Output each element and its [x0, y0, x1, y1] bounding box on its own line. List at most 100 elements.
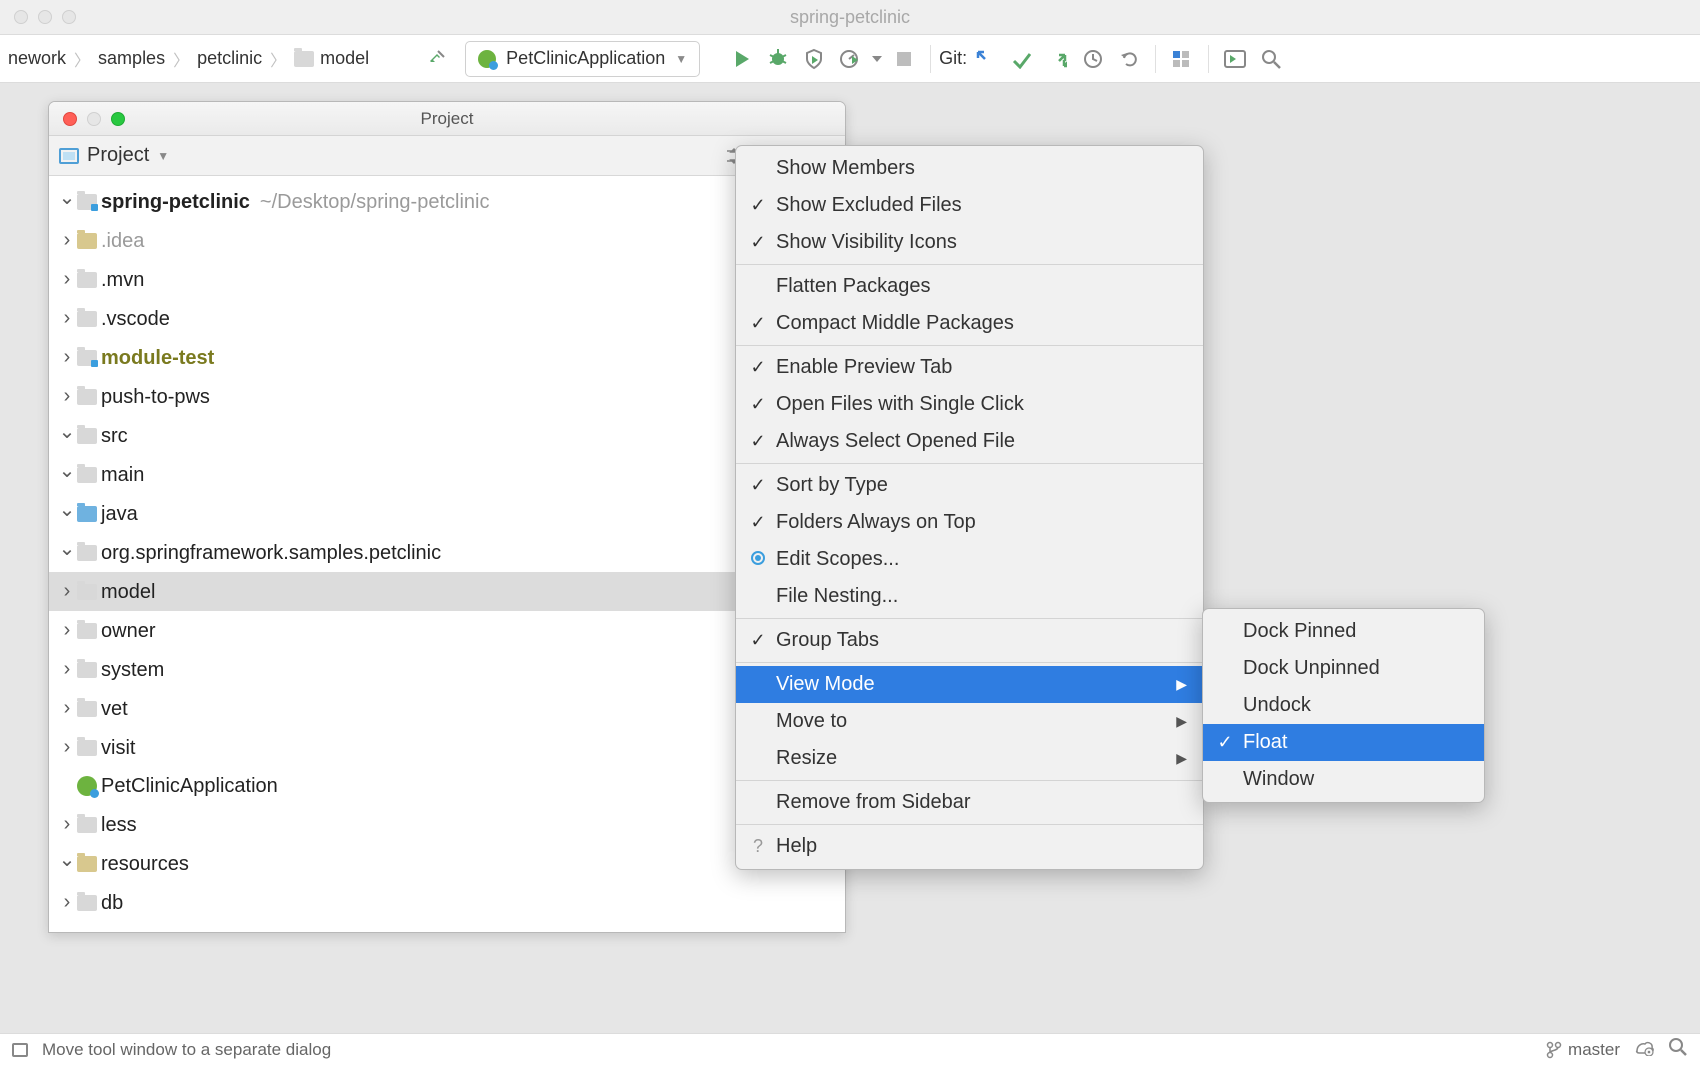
menu-item[interactable]: ✓Compact Middle Packages	[736, 305, 1203, 342]
menu-item-label: Resize	[776, 747, 1142, 770]
tree-row[interactable]: src	[49, 416, 845, 455]
tree-row[interactable]: visit	[49, 728, 845, 767]
menu-item[interactable]: Flatten Packages	[736, 268, 1203, 305]
tree-row[interactable]: vet	[49, 689, 845, 728]
menu-item[interactable]: Dock Unpinned	[1203, 650, 1484, 687]
tree-row[interactable]: db	[49, 883, 845, 922]
menu-item-label: Enable Preview Tab	[776, 356, 1187, 379]
tree-row[interactable]: module-test	[49, 338, 845, 377]
tree-arrow-icon[interactable]	[57, 221, 77, 260]
menu-item-label: Flatten Packages	[776, 275, 1187, 298]
tree-arrow-icon[interactable]	[57, 728, 77, 767]
run-more-button[interactable]	[868, 41, 886, 77]
project-view-selector[interactable]: Project ▼	[59, 144, 169, 167]
menu-item[interactable]: Edit Scopes...	[736, 541, 1203, 578]
run-config-selector[interactable]: PetClinicApplication ▼	[465, 41, 700, 77]
project-structure-button[interactable]	[1164, 41, 1200, 77]
menu-item[interactable]: ✓Folders Always on Top	[736, 504, 1203, 541]
run-coverage-button[interactable]	[796, 41, 832, 77]
breadcrumb-item[interactable]: model	[294, 48, 369, 69]
menu-item[interactable]: ✓Enable Preview Tab	[736, 349, 1203, 386]
menu-item[interactable]: File Nesting...	[736, 578, 1203, 615]
chevron-down-icon: ▼	[157, 149, 169, 163]
tree-node-icon	[77, 545, 101, 561]
tree-row[interactable]: .idea	[49, 221, 845, 260]
tree-arrow-icon[interactable]	[57, 377, 77, 416]
tree-arrow-icon[interactable]	[57, 611, 77, 650]
stop-button[interactable]	[886, 41, 922, 77]
tree-node-icon	[77, 623, 101, 639]
menu-item[interactable]: View Mode▶	[736, 666, 1203, 703]
menu-item[interactable]: ✓Open Files with Single Click	[736, 386, 1203, 423]
menu-item[interactable]: ✓Show Visibility Icons	[736, 224, 1203, 261]
inspection-lens-icon[interactable]	[1668, 1037, 1688, 1062]
menu-item[interactable]: Undock	[1203, 687, 1484, 724]
git-push-button[interactable]	[1039, 41, 1075, 77]
git-history-button[interactable]	[1075, 41, 1111, 77]
tree-arrow-icon[interactable]	[57, 338, 77, 377]
menu-item[interactable]: Dock Pinned	[1203, 613, 1484, 650]
menu-item-check: ✓	[744, 475, 772, 496]
tree-node-icon	[77, 895, 101, 911]
profile-button[interactable]	[832, 41, 868, 77]
menu-item[interactable]: Show Members	[736, 150, 1203, 187]
tree-arrow-icon[interactable]	[57, 299, 77, 338]
tree-arrow-icon[interactable]	[57, 494, 77, 533]
breadcrumb-item[interactable]: nework	[8, 48, 66, 69]
menu-item[interactable]: ✓Show Excluded Files	[736, 187, 1203, 224]
tree-row[interactable]: .mvn	[49, 260, 845, 299]
tree-row[interactable]: push-to-pws	[49, 377, 845, 416]
tree-arrow-icon[interactable]	[57, 533, 77, 572]
tree-row[interactable]: org.springframework.samples.petclinic	[49, 533, 845, 572]
run-config-label: PetClinicApplication	[506, 48, 665, 69]
menu-item[interactable]: ✓Group Tabs	[736, 622, 1203, 659]
menu-item[interactable]: ✓Float	[1203, 724, 1484, 761]
run-button[interactable]	[724, 41, 760, 77]
spring-boot-icon	[478, 50, 496, 68]
breadcrumb-item[interactable]: samples	[98, 48, 165, 69]
tree-row[interactable]: resources	[49, 844, 845, 883]
tree-arrow-icon[interactable]	[57, 182, 77, 221]
tree-node-label: model	[101, 573, 155, 611]
tree-row[interactable]: less	[49, 805, 845, 844]
tree-arrow-icon[interactable]	[57, 844, 77, 883]
tree-arrow-icon[interactable]	[57, 805, 77, 844]
tree-arrow-icon[interactable]	[57, 650, 77, 689]
menu-item[interactable]: ✓Always Select Opened File	[736, 423, 1203, 460]
build-button[interactable]	[419, 41, 455, 77]
tree-arrow-icon[interactable]	[57, 455, 77, 494]
tree-arrow-icon[interactable]	[57, 689, 77, 728]
search-everywhere-button[interactable]	[1253, 41, 1289, 77]
tree-arrow-icon[interactable]	[57, 260, 77, 299]
menu-item[interactable]: Resize▶	[736, 740, 1203, 777]
tree-row[interactable]: model	[49, 572, 845, 611]
tree-row[interactable]: owner	[49, 611, 845, 650]
menu-item[interactable]: Move to▶	[736, 703, 1203, 740]
background-tasks-icon[interactable]	[1634, 1038, 1654, 1061]
git-pull-button[interactable]	[967, 41, 1003, 77]
tree-row[interactable]: system	[49, 650, 845, 689]
tree-row[interactable]: PetClinicApplication	[49, 767, 845, 805]
tool-window-toggle-icon[interactable]	[12, 1043, 28, 1057]
menu-item[interactable]: ✓Sort by Type	[736, 467, 1203, 504]
git-rollback-button[interactable]	[1111, 41, 1147, 77]
tree-node-icon	[77, 311, 101, 327]
project-panel-titlebar[interactable]: Project	[49, 102, 845, 136]
tree-arrow-icon[interactable]	[57, 572, 77, 611]
tree-arrow-icon[interactable]	[57, 416, 77, 455]
breadcrumb-item[interactable]: petclinic	[197, 48, 262, 69]
project-tree[interactable]: spring-petclinic~/Desktop/spring-petclin…	[49, 176, 845, 932]
menu-item[interactable]: Remove from Sidebar	[736, 784, 1203, 821]
tree-row[interactable]: main	[49, 455, 845, 494]
git-commit-button[interactable]	[1003, 41, 1039, 77]
debug-button[interactable]	[760, 41, 796, 77]
tree-row[interactable]: .vscode	[49, 299, 845, 338]
package-icon	[294, 51, 314, 67]
menu-item[interactable]: Window	[1203, 761, 1484, 798]
tree-row[interactable]: spring-petclinic~/Desktop/spring-petclin…	[49, 182, 845, 221]
menu-item[interactable]: ?Help	[736, 828, 1203, 865]
tree-arrow-icon[interactable]	[57, 883, 77, 922]
run-anything-button[interactable]	[1217, 41, 1253, 77]
git-branch-indicator[interactable]: master	[1546, 1040, 1620, 1060]
tree-row[interactable]: java	[49, 494, 845, 533]
